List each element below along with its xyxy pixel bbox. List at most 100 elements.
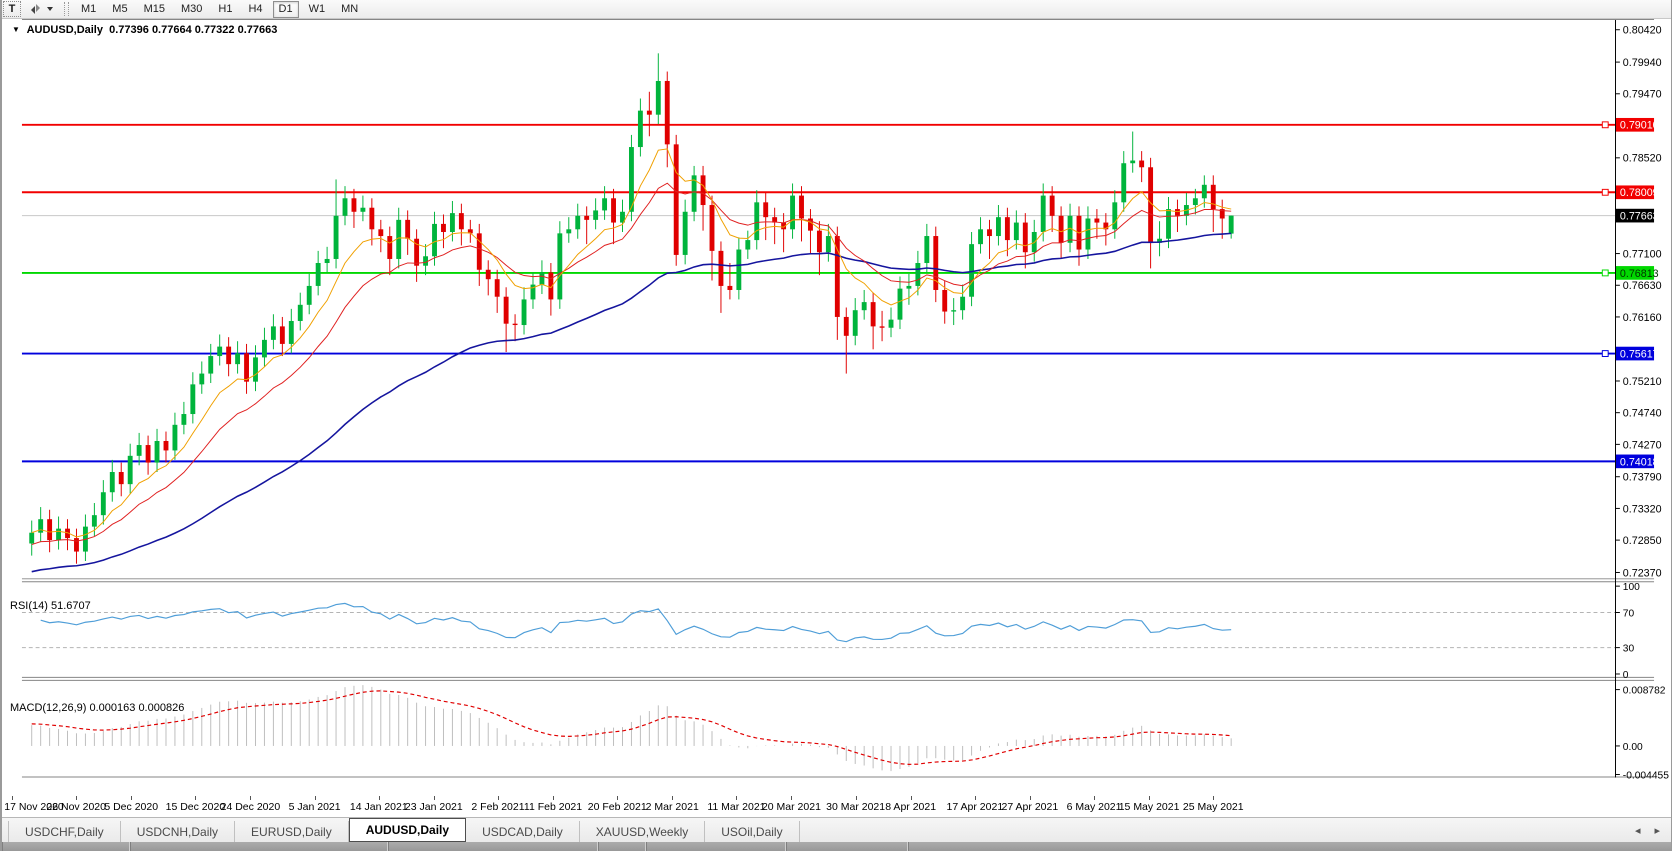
price-tick-label: 0.80420 bbox=[1623, 25, 1662, 37]
macd-name: MACD(12,26,9) bbox=[10, 702, 87, 714]
macd-tick-label: -0.004455 bbox=[1623, 770, 1669, 781]
rsi-tick-label: 30 bbox=[1623, 644, 1635, 655]
candle-body bbox=[718, 250, 724, 286]
status-segment bbox=[2, 842, 130, 851]
candle-body bbox=[673, 144, 679, 255]
status-segment bbox=[130, 842, 388, 851]
trading-platform-window: T M1 M5 M15 M30 H1 H4 D1 W1 MN 0.80420 0.79940 0.7… bbox=[0, 0, 1672, 851]
rsi-current-value: 51.6707 bbox=[50, 600, 91, 612]
price-badge-label: 0.76813 bbox=[1620, 268, 1659, 280]
candle-body bbox=[754, 202, 760, 241]
timeframe-button-mn[interactable]: MN bbox=[335, 1, 364, 18]
date-label: 6 May 2021 bbox=[1066, 801, 1122, 813]
date-label: 11 Mar 2021 bbox=[707, 801, 766, 813]
candle-body bbox=[870, 302, 876, 327]
price-tick-label: 0.76630 bbox=[1623, 280, 1662, 292]
candle-body bbox=[825, 236, 831, 253]
timeframe-button-h4[interactable]: H4 bbox=[242, 1, 268, 18]
candle-body bbox=[226, 346, 232, 365]
tab-scroll-left-icon[interactable]: ◂ bbox=[1635, 824, 1641, 837]
candle-body bbox=[270, 326, 276, 340]
candle-body bbox=[297, 304, 303, 321]
candle-body bbox=[235, 353, 241, 365]
candle-body bbox=[1013, 222, 1019, 241]
date-label: 26 Nov 2020 bbox=[46, 801, 106, 813]
candle-body bbox=[29, 532, 35, 544]
candle-body bbox=[190, 384, 196, 415]
chart-tab-audusd[interactable]: AUDUSD,Daily bbox=[348, 818, 467, 842]
line-handle-marker[interactable] bbox=[1601, 269, 1609, 277]
candle-body bbox=[593, 210, 599, 220]
candle-body bbox=[512, 323, 518, 326]
line-handle-marker[interactable] bbox=[1601, 188, 1609, 196]
rsi-tick-label: 100 bbox=[1623, 582, 1640, 593]
candle-body bbox=[557, 233, 563, 300]
timeframe-button-m15[interactable]: M15 bbox=[138, 1, 171, 18]
candle-body bbox=[288, 320, 294, 344]
rsi-tick-label: 70 bbox=[1623, 608, 1635, 619]
candle-body bbox=[405, 219, 411, 239]
candle-body bbox=[745, 240, 751, 250]
timeframe-button-m5[interactable]: M5 bbox=[106, 1, 133, 18]
candle-body bbox=[906, 285, 912, 289]
collapse-triangle-icon[interactable]: ▼ bbox=[12, 25, 20, 34]
chart-tab-usoil[interactable]: USOil,Daily bbox=[705, 821, 800, 842]
tab-scroll-right-icon[interactable]: ▸ bbox=[1654, 824, 1660, 837]
price-tick-label: 0.74270 bbox=[1623, 439, 1662, 451]
candle-body bbox=[91, 515, 97, 527]
candle-body bbox=[47, 519, 53, 541]
candle-body bbox=[861, 302, 867, 311]
candle-body bbox=[163, 440, 169, 451]
candle-body bbox=[521, 299, 527, 326]
candle-body bbox=[602, 198, 608, 211]
timeframe-button-h1[interactable]: H1 bbox=[212, 1, 238, 18]
timeframe-button-d1[interactable]: D1 bbox=[272, 0, 299, 18]
candle-body bbox=[951, 310, 957, 312]
candle-body bbox=[351, 198, 357, 212]
chart-tab-xauusd[interactable]: XAUUSD,Weekly bbox=[580, 821, 706, 842]
date-tick bbox=[617, 796, 619, 800]
timeframe-button-m1[interactable]: M1 bbox=[75, 1, 102, 18]
candle-body bbox=[333, 215, 339, 259]
macd-indicator-label: MACD(12,26,9) 0.000163 0.000826 bbox=[10, 702, 184, 714]
timeframe-button-m30[interactable]: M30 bbox=[175, 1, 208, 18]
candle-body bbox=[1139, 160, 1145, 168]
chart-tab-usdchf[interactable]: USDCHF,Daily bbox=[8, 821, 121, 842]
status-segment bbox=[598, 842, 646, 851]
symbol-ohlc-line: ▼ AUDUSD,Daily 0.77396 0.77664 0.77322 0… bbox=[12, 24, 277, 36]
chart-tab-bar: USDCHF,Daily USDCNH,Daily EURUSD,Daily AUDU… bbox=[2, 817, 1671, 842]
price-chart-canvas[interactable]: 0.80420 0.79940 0.79470 0.78520 0.77100 0.766… bbox=[2, 19, 1672, 796]
date-tick bbox=[736, 796, 738, 800]
text-tool-button[interactable]: T bbox=[3, 1, 21, 17]
chart-region[interactable]: 0.80420 0.79940 0.79470 0.78520 0.77100 0.766… bbox=[2, 19, 1672, 817]
candle-body bbox=[208, 356, 214, 374]
date-label: 17 Apr 2021 bbox=[946, 801, 1004, 813]
date-tick bbox=[378, 796, 380, 800]
timeframe-button-w1[interactable]: W1 bbox=[303, 1, 332, 18]
date-axis[interactable]: 17 Nov 2020 26 Nov 2020 5 Dec 2020 15 Dec 2… bbox=[2, 796, 1671, 817]
candle-body bbox=[199, 373, 205, 385]
candle-body bbox=[127, 455, 133, 485]
candle-body bbox=[1121, 163, 1127, 203]
candle-body bbox=[709, 205, 715, 251]
candle-body bbox=[476, 233, 482, 270]
chart-tab-eurusd[interactable]: EURUSD,Daily bbox=[235, 821, 349, 842]
candle-body bbox=[539, 272, 545, 285]
candle-body bbox=[816, 230, 822, 253]
candle-body bbox=[879, 326, 885, 328]
candle-body bbox=[503, 296, 509, 324]
chart-tab-usdcad[interactable]: USDCAD,Daily bbox=[466, 821, 580, 842]
candle-body bbox=[1210, 184, 1216, 210]
date-tick bbox=[498, 796, 499, 800]
candle-body bbox=[995, 217, 1001, 237]
line-handle-marker[interactable] bbox=[1601, 350, 1609, 357]
date-label: 15 May 2021 bbox=[1118, 801, 1180, 813]
candle-body bbox=[834, 236, 840, 317]
line-handle-marker[interactable] bbox=[1601, 121, 1609, 129]
price-tick-label: 0.77100 bbox=[1623, 248, 1662, 260]
price-tick-label: 0.73320 bbox=[1623, 503, 1662, 515]
date-label: 8 Apr 2021 bbox=[885, 801, 937, 813]
chart-tab-usdcnh[interactable]: USDCNH,Daily bbox=[121, 821, 236, 842]
chart-cycle-button[interactable] bbox=[23, 1, 59, 17]
candle-body bbox=[154, 440, 160, 463]
